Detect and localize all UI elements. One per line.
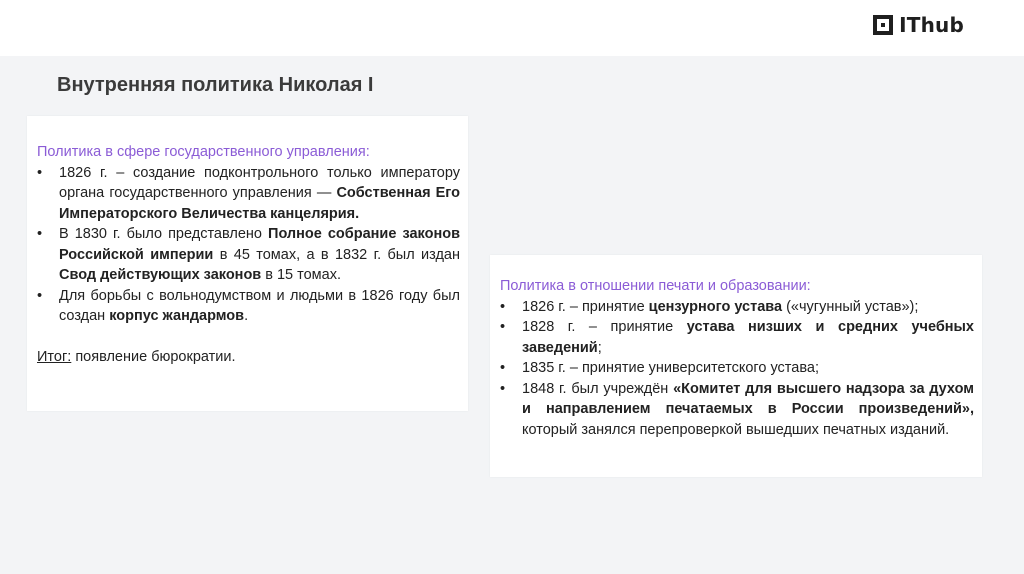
logo-text: IThub [899,13,964,37]
slide-title: Внутренняя политика Николая I [57,74,374,96]
state-administration-card: Политика в сфере государственного управл… [27,116,468,411]
right-card-heading: Политика в отношении печати и образовани… [500,278,811,294]
right-card-list: 1826 г. – принятие цензурного устава («ч… [500,297,974,441]
ithub-logo: IThub [873,13,964,37]
summary-text: появление бюрократии. [71,348,236,365]
list-item: 1828 г. – принятие устава низших и средн… [500,317,974,358]
list-item: 1826 г. – создание подконтрольного тольк… [37,163,460,225]
ithub-logo-icon [873,15,894,35]
top-bar: IThub [0,0,1024,56]
list-item: Для борьбы с вольнодумством и людьми в 1… [37,286,460,327]
summary-label: Итог: [37,348,72,365]
left-card-list: 1826 г. – создание подконтрольного тольк… [37,163,460,327]
press-education-card: Политика в отношении печати и образовани… [490,255,982,477]
summary: Итог: появление бюрократии. [37,347,460,368]
left-card-heading: Политика в сфере государственного управл… [37,144,370,160]
list-item: В 1830 г. было представлено Полное собра… [37,224,460,286]
list-item: 1826 г. – принятие цензурного устава («ч… [500,297,974,318]
list-item: 1848 г. был учреждён «Комитет для высшег… [500,379,974,441]
list-item: 1835 г. – принятие университетского уста… [500,358,974,379]
